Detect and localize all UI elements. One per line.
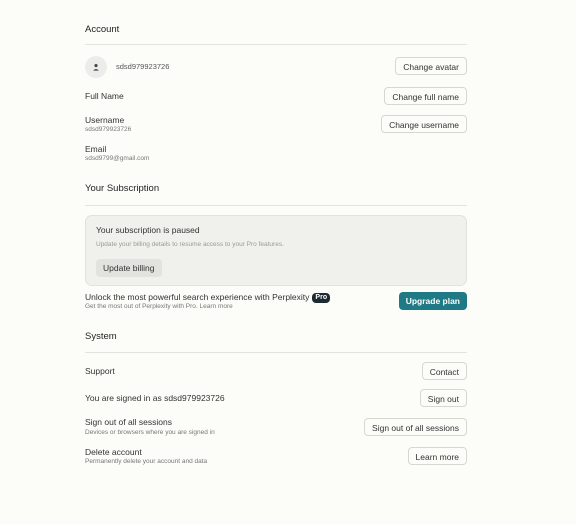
subscription-paused-card: Your subscription is paused Update your … [85,215,467,286]
change-full-name-button[interactable]: Change full name [384,87,467,105]
email-value: sdsd9799@gmail.com [85,155,150,162]
contact-button[interactable]: Contact [421,362,467,380]
paused-title: Your subscription is paused [96,225,200,235]
paused-description: Update your billing details to resume ac… [96,241,284,248]
divider [85,205,467,206]
divider [85,352,467,353]
email-label: Email [85,144,107,154]
update-billing-button[interactable]: Update billing [96,259,162,277]
avatar-username: sdsd979923726 [116,62,170,71]
sign-out-all-button[interactable]: Sign out of all sessions [364,418,467,436]
support-label: Support [85,366,115,376]
signed-in-text: You are signed in as sdsd979923726 [85,393,225,403]
unlock-text: Unlock the most powerful search experien… [85,292,310,302]
change-avatar-button[interactable]: Change avatar [395,57,467,75]
upgrade-plan-button[interactable]: Upgrade plan [398,292,467,310]
delete-account-subtext: Permanently delete your account and data [85,458,208,465]
change-username-button[interactable]: Change username [381,115,467,133]
full-name-label: Full Name [85,91,124,101]
divider [85,44,467,45]
avatar [85,56,107,78]
sign-out-all-subtext: Devices or browsers where you are signed… [85,429,215,436]
unlock-text-row: Unlock the most powerful search experien… [85,292,331,303]
sign-out-all-label: Sign out of all sessions [85,417,172,427]
delete-account-label: Delete account [85,447,142,457]
system-heading: System [85,331,117,342]
username-value: sdsd979923726 [85,126,132,133]
pro-badge: Pro [312,293,331,303]
unlock-subtext[interactable]: Get the most out of Perplexity with Pro.… [85,303,233,310]
user-icon [93,63,99,71]
account-heading: Account [85,24,120,35]
sign-out-button[interactable]: Sign out [419,389,467,407]
learn-more-button[interactable]: Learn more [407,447,467,465]
username-label: Username [85,115,125,125]
subscription-heading: Your Subscription [85,183,160,194]
